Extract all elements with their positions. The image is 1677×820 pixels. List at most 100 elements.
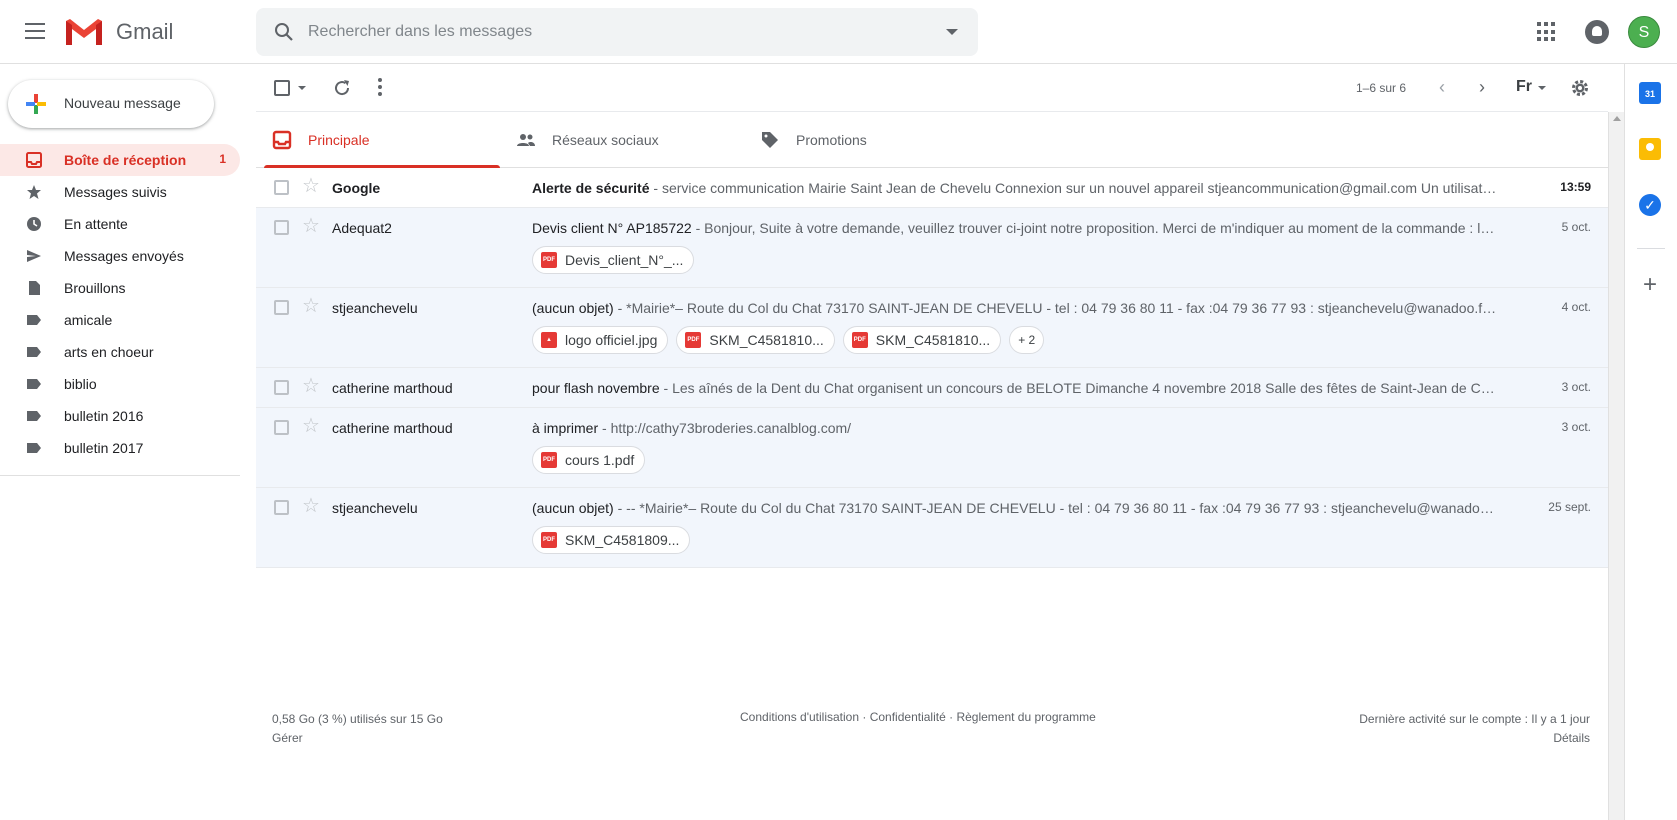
row-checkbox[interactable]	[274, 300, 289, 315]
language-caret-icon[interactable]	[1538, 86, 1546, 90]
chevron-left-icon[interactable]: ‹	[1439, 78, 1459, 98]
label-icon	[27, 379, 41, 389]
chevron-right-icon[interactable]: ›	[1479, 78, 1499, 98]
select-options-caret-icon[interactable]	[298, 86, 306, 90]
compose-button[interactable]: Nouveau message	[8, 80, 214, 128]
activity-details-link[interactable]: Détails	[1359, 729, 1590, 748]
privacy-link[interactable]: Confidentialité	[870, 710, 946, 724]
manage-storage-link[interactable]: Gérer	[272, 729, 443, 748]
email-sender: Adequat2	[332, 220, 392, 236]
category-tabs: Principale Réseaux sociaux Promotions	[256, 112, 1608, 168]
tab-promotions[interactable]: Promotions	[744, 112, 988, 168]
tab-primary[interactable]: Principale	[256, 112, 500, 168]
attachment-list: PDF Devis_client_N°_...	[532, 246, 695, 274]
clock-icon	[27, 217, 41, 231]
sidebar-item-label-biblio[interactable]: biblio	[0, 368, 240, 400]
list-scrollbar[interactable]	[1608, 112, 1624, 820]
row-checkbox[interactable]	[274, 220, 289, 235]
gmail-logo[interactable]: Gmail	[64, 16, 173, 48]
program-policies-link[interactable]: Règlement du programme	[956, 710, 1095, 724]
sidebar-item-label: Messages suivis	[64, 184, 167, 200]
sidebar-item-label-bulletin-2016[interactable]: bulletin 2016	[0, 400, 240, 432]
star-outline-icon[interactable]: ☆	[302, 216, 320, 236]
attachment-chip[interactable]: PDF SKM_C4581810...	[842, 326, 1002, 354]
more-attachments-chip[interactable]: + 2	[1009, 326, 1045, 354]
email-subject: à imprimer	[532, 420, 599, 436]
search-icon[interactable]	[272, 20, 296, 44]
pdf-file-icon: PDF	[541, 452, 557, 468]
sidebar-item-label-arts[interactable]: arts en choeur	[0, 336, 240, 368]
main-menu-button[interactable]	[20, 18, 50, 46]
scroll-up-arrow-icon[interactable]	[1613, 116, 1621, 121]
star-outline-icon[interactable]: ☆	[302, 416, 320, 436]
inbox-icon	[26, 152, 42, 168]
image-file-icon: ▲	[541, 332, 557, 348]
star-outline-icon[interactable]: ☆	[302, 376, 320, 396]
email-date: 5 oct.	[1561, 220, 1591, 234]
attachment-chip[interactable]: ▲ logo officiel.jpg	[532, 326, 669, 354]
google-apps-icon[interactable]	[1537, 22, 1557, 42]
row-checkbox[interactable]	[274, 380, 289, 395]
send-icon	[27, 250, 41, 262]
sidebar-item-label: arts en choeur	[64, 344, 154, 360]
attachment-chip[interactable]: PDF SKM_C4581810...	[676, 326, 835, 354]
row-checkbox[interactable]	[274, 180, 289, 195]
label-icon	[27, 443, 41, 453]
star-outline-icon[interactable]: ☆	[302, 176, 320, 196]
menu-bar	[25, 23, 45, 25]
email-subject: Devis client N° AP185722	[532, 220, 692, 236]
attachment-chip[interactable]: PDF cours 1.pdf	[532, 446, 646, 474]
attachment-chip[interactable]: PDF Devis_client_N°_...	[532, 246, 695, 274]
star-outline-icon[interactable]: ☆	[302, 496, 320, 516]
attachment-name: cours 1.pdf	[565, 452, 635, 468]
search-input[interactable]	[308, 8, 908, 56]
email-sender: stjeanchevelu	[332, 500, 418, 516]
notifications-icon[interactable]	[1585, 20, 1609, 44]
row-checkbox[interactable]	[274, 420, 289, 435]
email-row[interactable]: ☆ stjeanchevelu (aucun objet) - *Mairie*…	[256, 288, 1608, 368]
star-outline-icon[interactable]: ☆	[302, 296, 320, 316]
add-addon-icon[interactable]: +	[1639, 273, 1661, 297]
sidebar-item-drafts[interactable]: Brouillons	[0, 272, 240, 304]
terms-link[interactable]: Conditions d'utilisation	[740, 710, 859, 724]
gmail-m-icon	[66, 19, 102, 45]
attachment-chip[interactable]: PDF SKM_C4581809...	[532, 526, 691, 554]
email-row[interactable]: ☆ catherine marthoud pour flash novembre…	[256, 368, 1608, 408]
footer-separator: ·	[945, 710, 957, 724]
sidebar-item-inbox[interactable]: Boîte de réception 1	[0, 144, 240, 176]
account-avatar[interactable]: S	[1628, 16, 1660, 48]
people-icon	[517, 134, 535, 146]
sidebar-item-starred[interactable]: Messages suivis	[0, 176, 240, 208]
tab-label: Promotions	[796, 132, 867, 148]
sidebar-item-label-amicale[interactable]: amicale	[0, 304, 240, 336]
select-all-checkbox[interactable]	[274, 80, 290, 96]
email-snippet: - http://cathy73broderies.canalblog.com/	[598, 420, 852, 436]
email-row[interactable]: ☆ stjeanchevelu (aucun objet) - -- *Mair…	[256, 488, 1608, 568]
footer-separator: ·	[859, 710, 870, 724]
email-row[interactable]: ☆ Google Alerte de sécurité - service co…	[256, 168, 1608, 208]
keep-icon[interactable]	[1639, 138, 1661, 160]
email-date: 3 oct.	[1561, 380, 1591, 394]
row-checkbox[interactable]	[274, 500, 289, 515]
sidebar-item-label-bulletin-2017[interactable]: bulletin 2017	[0, 432, 240, 464]
input-language-button[interactable]: Fr	[1516, 78, 1532, 96]
pdf-file-icon: PDF	[851, 332, 868, 348]
gear-icon[interactable]	[1570, 78, 1590, 98]
sidebar-item-label: Brouillons	[64, 280, 126, 296]
sidebar-item-snoozed[interactable]: En attente	[0, 208, 240, 240]
search-options-caret-icon[interactable]	[946, 29, 958, 35]
email-content: (aucun objet) - -- *Mairie*– Route du Co…	[532, 500, 1498, 516]
tab-social[interactable]: Réseaux sociaux	[500, 112, 744, 168]
more-options-icon[interactable]	[378, 78, 382, 98]
sidebar-item-sent[interactable]: Messages envoyés	[0, 240, 240, 272]
calendar-icon[interactable]: 31	[1639, 82, 1661, 104]
email-date: 4 oct.	[1561, 300, 1591, 314]
sidebar-nav: Boîte de réception 1 Messages suivis En …	[0, 144, 240, 476]
tasks-icon[interactable]: ✓	[1639, 194, 1661, 216]
label-icon	[27, 347, 41, 357]
tab-label: Réseaux sociaux	[552, 132, 659, 148]
email-content: Devis client N° AP185722 - Bonjour, Suit…	[532, 220, 1498, 236]
email-row[interactable]: ☆ catherine marthoud à imprimer - http:/…	[256, 408, 1608, 488]
email-row[interactable]: ☆ Adequat2 Devis client N° AP185722 - Bo…	[256, 208, 1608, 288]
refresh-icon[interactable]	[332, 78, 352, 98]
